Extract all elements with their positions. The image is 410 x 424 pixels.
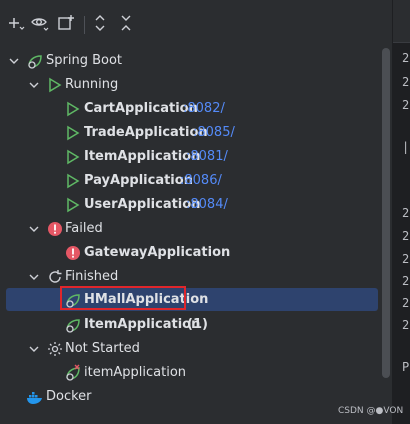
console-line: 2 (402, 318, 410, 332)
run-icon (67, 125, 80, 141)
tree-node-label: ItemApplication (84, 149, 201, 164)
services-tree: Spring Boot Running CartApplication :808… (0, 48, 392, 424)
port-link[interactable]: :8082/ (183, 100, 225, 118)
chevron-down-icon[interactable] (26, 341, 42, 357)
console-line: 2 (402, 206, 410, 220)
port-link[interactable]: :8081/ (186, 148, 228, 166)
console-line: 2 (402, 98, 410, 112)
tree-node-label: itemApplication (84, 365, 187, 380)
run-icon (67, 173, 80, 189)
tree-node-cart-application[interactable]: CartApplication :8082/ (0, 97, 392, 121)
tree-node-label: Running (65, 77, 119, 92)
port-link[interactable]: :8084/ (186, 196, 228, 214)
tree-node-failed[interactable]: Failed (0, 217, 392, 241)
chevron-down-icon[interactable] (6, 53, 22, 69)
tree-node-docker[interactable]: Docker (0, 385, 392, 409)
add-service-icon[interactable] (6, 13, 26, 33)
console-line: 2 (402, 296, 410, 310)
tree-node-label: Finished (65, 269, 119, 284)
tree-node-hmall-application[interactable]: HMallApplication (0, 288, 392, 312)
gear-icon (48, 342, 62, 356)
chevron-down-icon[interactable] (26, 221, 42, 237)
tree-node-not-started[interactable]: Not Started (0, 337, 392, 361)
port-link[interactable]: :8086/ (180, 172, 222, 190)
run-icon (67, 101, 80, 117)
tree-node-item-application-finished[interactable]: ItemApplication (1) (0, 313, 392, 337)
error-icon (48, 222, 62, 236)
tree-node-running[interactable]: Running (0, 73, 392, 97)
services-toolbar (0, 0, 392, 48)
spring-boot-icon (28, 55, 42, 69)
error-icon (66, 246, 80, 260)
console-line: 2 (402, 229, 410, 243)
watermark: CSDN @●VON (338, 406, 404, 416)
tree-node-finished[interactable]: Finished (0, 265, 392, 289)
refresh-icon (49, 270, 62, 283)
tree-node-gateway-application[interactable]: GatewayApplication (0, 241, 392, 265)
vertical-scrollbar[interactable] (382, 48, 390, 378)
console-line: 2 (402, 51, 410, 65)
tree-node-label: CartApplication (84, 101, 198, 116)
spring-app-icon (66, 319, 80, 333)
tree-node-item-application-not-started[interactable]: itemApplication (0, 361, 392, 385)
view-options-icon[interactable] (30, 13, 50, 33)
tree-node-label: TradeApplication (84, 125, 208, 140)
tree-node-label: GatewayApplication (84, 245, 231, 260)
chevron-down-icon[interactable] (26, 269, 42, 285)
console-panel: 2 2 2 | 2 2 2 2 2 2 P (393, 0, 410, 424)
run-icon (67, 197, 80, 213)
console-header (393, 0, 410, 43)
tree-node-trade-application[interactable]: TradeApplication :8085/ (0, 121, 392, 145)
tree-node-spring-boot[interactable]: Spring Boot (0, 49, 392, 73)
tree-node-label: UserApplication (84, 197, 201, 212)
new-tab-icon[interactable] (56, 13, 76, 33)
tree-node-label: Not Started (65, 341, 140, 356)
annotation-highlight-box (60, 286, 186, 310)
toolbar-separator (84, 16, 85, 34)
console-line: P (402, 360, 410, 374)
chevron-down-icon[interactable] (26, 77, 42, 93)
tree-node-label: Failed (65, 221, 103, 236)
tree-node-label: Spring Boot (46, 53, 123, 68)
collapse-all-icon[interactable] (116, 13, 136, 33)
console-line: 2 (402, 252, 410, 266)
port-link[interactable]: :8085/ (193, 124, 235, 142)
docker-icon (27, 392, 42, 404)
tree-node-item-application[interactable]: ItemApplication :8081/ (0, 145, 392, 169)
console-line: 2 (402, 75, 410, 89)
run-icon (49, 77, 62, 93)
run-icon (67, 149, 80, 165)
tree-node-user-application[interactable]: UserApplication :8084/ (0, 193, 392, 217)
spring-app-error-icon (66, 364, 80, 381)
instance-count: (1) (187, 317, 208, 332)
tree-node-pay-application[interactable]: PayApplication :8086/ (0, 169, 392, 193)
tree-node-label: Docker (46, 389, 92, 404)
console-line: | (402, 140, 410, 154)
console-line: 2 (402, 274, 410, 288)
tree-node-label: PayApplication (84, 173, 193, 188)
expand-all-icon[interactable] (90, 13, 110, 33)
tree-node-label: ItemApplication (84, 317, 201, 332)
